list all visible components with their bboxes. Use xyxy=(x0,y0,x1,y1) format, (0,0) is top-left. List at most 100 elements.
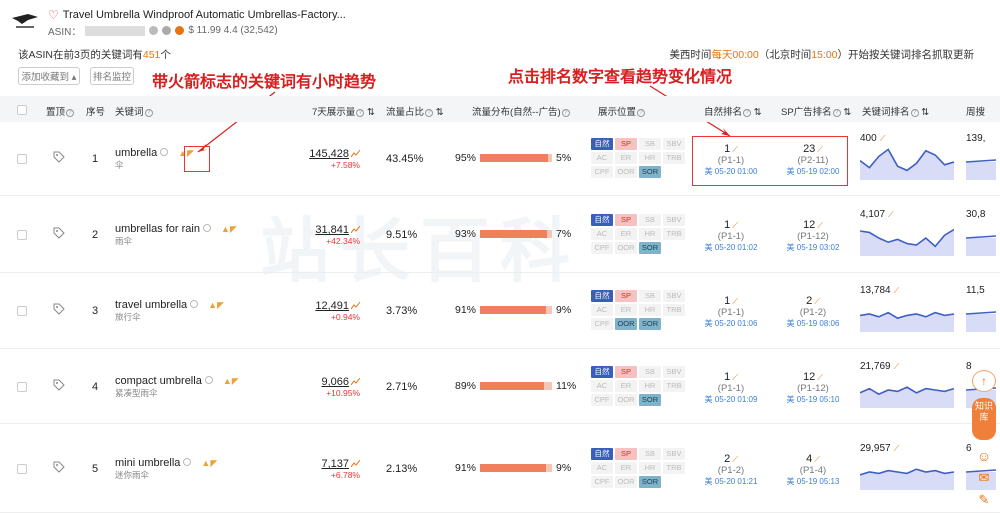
rocket-trend-icon[interactable]: ▲◤ xyxy=(201,458,217,469)
customer-service-icon[interactable]: ☺ xyxy=(972,448,996,464)
rank-trend-icon[interactable]: ⟋ xyxy=(732,455,738,465)
trend-chart-icon[interactable] xyxy=(351,149,360,158)
rank-trend-icon[interactable]: ⟋ xyxy=(880,134,886,143)
rocket-trend-icon[interactable]: ▲◤ xyxy=(223,376,239,387)
copy-keyword-icon[interactable] xyxy=(202,224,211,232)
rank-trend-icon[interactable]: ⟋ xyxy=(817,221,823,231)
rank-trend-icon[interactable]: ⟋ xyxy=(894,444,900,453)
keyword-text[interactable]: mini umbrella xyxy=(115,457,180,469)
keyword-rank-value[interactable]: 21,769 xyxy=(860,361,891,372)
row-checkbox[interactable] xyxy=(17,306,27,316)
placement-tag: 自然 xyxy=(591,214,613,226)
sp-rank-value[interactable]: 12 xyxy=(803,371,815,383)
row-checkbox[interactable] xyxy=(17,154,27,164)
keyword-text[interactable]: compact umbrella xyxy=(115,375,202,387)
trend-chart-icon[interactable] xyxy=(351,225,360,234)
organic-rank-cell[interactable]: 1 ⟋ (P1-1) 美 05-20 01:02 xyxy=(691,219,771,253)
sp-rank-cell[interactable]: 4 ⟋ (P1-4) 美 05-19 05:13 xyxy=(773,453,853,487)
copy-keyword-icon[interactable] xyxy=(160,148,169,156)
copy-keyword-icon[interactable] xyxy=(183,458,192,466)
col-kw-rank[interactable]: 关键词排名? ⇅ xyxy=(862,104,929,118)
keyword-rank-cell[interactable]: 400 ⟋ xyxy=(859,133,955,183)
header-select-all[interactable] xyxy=(17,105,27,115)
row-checkbox[interactable] xyxy=(17,230,27,240)
rank-trend-icon[interactable]: ⟋ xyxy=(894,286,900,295)
knowledge-base-button[interactable]: 知识库 xyxy=(972,398,996,440)
rank-trend-icon[interactable]: ⟋ xyxy=(888,210,894,219)
rank-trend-icon[interactable]: ⟋ xyxy=(732,373,738,383)
placement-tag: TRB xyxy=(663,380,685,392)
sp-rank-cell[interactable]: 12 ⟋ (P1-12) 美 05-19 03:02 xyxy=(773,219,853,253)
sp-rank-value[interactable]: 12 xyxy=(803,219,815,231)
organic-rank-value[interactable]: 1 xyxy=(724,371,730,383)
trend-chart-icon[interactable] xyxy=(351,459,360,468)
keyword-rank-cell[interactable]: 4,107 ⟋ xyxy=(859,209,955,259)
rank-trend-icon[interactable]: ⟋ xyxy=(732,221,738,231)
pin-tag-icon[interactable] xyxy=(53,303,65,315)
pin-tag-icon[interactable] xyxy=(53,461,65,473)
organic-rank-cell[interactable]: 2 ⟋ (P1-2) 美 05-20 01:21 xyxy=(691,453,771,487)
sp-rank-cell[interactable]: 2 ⟋ (P1-2) 美 05-19 08:06 xyxy=(773,295,853,329)
sp-rank-value[interactable]: 4 xyxy=(806,453,812,465)
organic-rank-value[interactable]: 2 xyxy=(724,453,730,465)
keyword-rank-value[interactable]: 29,957 xyxy=(860,443,891,454)
organic-rank-cell[interactable]: 1 ⟋ (P1-1) 美 05-20 01:06 xyxy=(691,295,771,329)
col-organic-rank[interactable]: 自然排名? ⇅ xyxy=(704,104,762,118)
keyword-rank-value[interactable]: 13,784 xyxy=(860,285,891,296)
weekly-search-sparkline xyxy=(965,311,997,332)
trend-chart-icon[interactable] xyxy=(351,377,360,386)
traffic-distribution: 95% 5% xyxy=(455,152,571,164)
impressions-value[interactable]: 12,491 xyxy=(315,300,349,312)
sp-rank-time: 美 05-19 03:02 xyxy=(786,243,840,252)
organic-rank-value[interactable]: 1 xyxy=(724,295,730,307)
impressions-cell[interactable]: 145,428 +7.58% xyxy=(300,148,360,170)
rank-trend-icon[interactable]: ⟋ xyxy=(814,455,820,465)
keyword-rank-sparkline xyxy=(859,148,955,180)
keyword-rank-cell[interactable]: 29,957 ⟋ xyxy=(859,443,955,493)
traffic-distribution: 93% 7% xyxy=(455,228,571,240)
placement-tag: CPF xyxy=(591,166,613,178)
feedback-icon[interactable]: ✎ xyxy=(972,492,996,508)
organic-rank-value[interactable]: 1 xyxy=(724,219,730,231)
scroll-top-button[interactable]: ↑ xyxy=(972,370,996,392)
impressions-cell[interactable]: 7,137 +6.78% xyxy=(300,458,360,480)
impressions-cell[interactable]: 9,066 +10.95% xyxy=(300,376,360,398)
sp-rank-value[interactable]: 2 xyxy=(806,295,812,307)
chat-icon[interactable]: ✉ xyxy=(972,470,996,486)
col-share[interactable]: 流量占比? ⇅ xyxy=(386,104,444,118)
impressions-cell[interactable]: 12,491 +0.94% xyxy=(300,300,360,322)
impressions-value[interactable]: 31,841 xyxy=(315,224,349,236)
rank-trend-icon[interactable]: ⟋ xyxy=(894,362,900,371)
pin-tag-icon[interactable] xyxy=(53,379,65,391)
keyword-rank-value[interactable]: 4,107 xyxy=(860,209,885,220)
pin-tag-icon[interactable] xyxy=(53,227,65,239)
keyword-rank-value[interactable]: 400 xyxy=(860,133,877,144)
keyword-text[interactable]: umbrella xyxy=(115,147,157,159)
trend-chart-icon[interactable] xyxy=(351,301,360,310)
placement-tag: SB xyxy=(639,290,661,302)
keyword-text[interactable]: umbrellas for rain xyxy=(115,223,200,235)
rocket-trend-icon[interactable]: ▲◤ xyxy=(208,300,224,311)
keyword-text[interactable]: travel umbrella xyxy=(115,299,187,311)
rank-trend-icon[interactable]: ⟋ xyxy=(817,373,823,383)
row-checkbox[interactable] xyxy=(17,464,27,474)
sp-rank-cell[interactable]: 12 ⟋ (P1-12) 美 05-19 05:10 xyxy=(773,371,853,405)
col-sp-rank[interactable]: SP广告排名? ⇅ xyxy=(781,104,851,118)
impressions-value[interactable]: 9,066 xyxy=(321,376,349,388)
impressions-value[interactable]: 145,428 xyxy=(309,148,349,160)
impressions-cell[interactable]: 31,841 +42.34% xyxy=(300,224,360,246)
sp-rank-time: 美 05-19 08:06 xyxy=(786,319,840,328)
row-checkbox[interactable] xyxy=(17,382,27,392)
copy-keyword-icon[interactable] xyxy=(204,376,213,384)
keyword-rank-cell[interactable]: 13,784 ⟋ xyxy=(859,285,955,335)
impressions-value[interactable]: 7,137 xyxy=(321,458,349,470)
rocket-trend-icon[interactable]: ▲◤ xyxy=(221,224,237,235)
organic-rank-cell[interactable]: 1 ⟋ (P1-1) 美 05-20 01:09 xyxy=(691,371,771,405)
keyword-rank-cell[interactable]: 21,769 ⟋ xyxy=(859,361,955,411)
rank-trend-icon[interactable]: ⟋ xyxy=(732,297,738,307)
pin-tag-icon[interactable] xyxy=(53,151,65,163)
copy-keyword-icon[interactable] xyxy=(190,300,199,308)
rank-trend-icon[interactable]: ⟋ xyxy=(814,297,820,307)
keyword-cell: umbrella ▲◤ 伞 xyxy=(115,147,194,171)
col-impressions[interactable]: 7天展示量? ⇅ xyxy=(312,104,375,118)
